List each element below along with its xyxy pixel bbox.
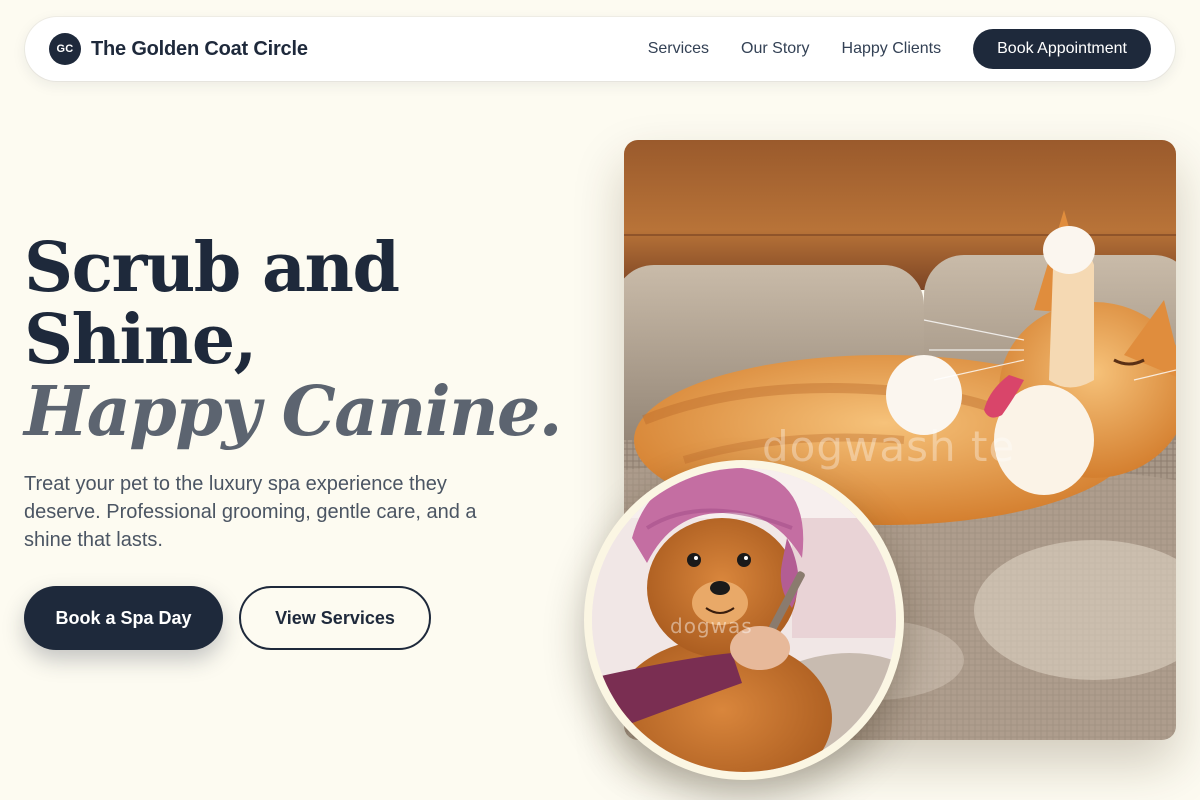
brand[interactable]: GC The Golden Coat Circle [49,33,308,65]
nav-link-our-story[interactable]: Our Story [741,40,809,58]
navbar: GC The Golden Coat Circle Services Our S… [25,17,1175,81]
view-services-button[interactable]: View Services [239,586,431,650]
hero-title-accent: Happy Canine. [24,372,562,452]
nav-links: Services Our Story Happy Clients Book Ap… [648,29,1151,69]
hero-title-line-1: Scrub and [24,228,400,308]
hero-title: Scrub and Shine, Happy Canine. [24,232,584,448]
dog-photo: dogwas [584,460,904,780]
hero-title-line-2: Shine, [24,300,257,380]
brand-name: The Golden Coat Circle [91,37,308,60]
brand-logo-icon: GC [49,33,81,65]
hero-subtitle: Treat your pet to the luxury spa experie… [24,473,477,551]
book-spa-day-button[interactable]: Book a Spa Day [24,586,223,650]
nav-link-services[interactable]: Services [648,40,709,58]
dog-photo-illustration [592,468,896,772]
nav-link-happy-clients[interactable]: Happy Clients [842,40,942,58]
book-appointment-button[interactable]: Book Appointment [973,29,1151,69]
